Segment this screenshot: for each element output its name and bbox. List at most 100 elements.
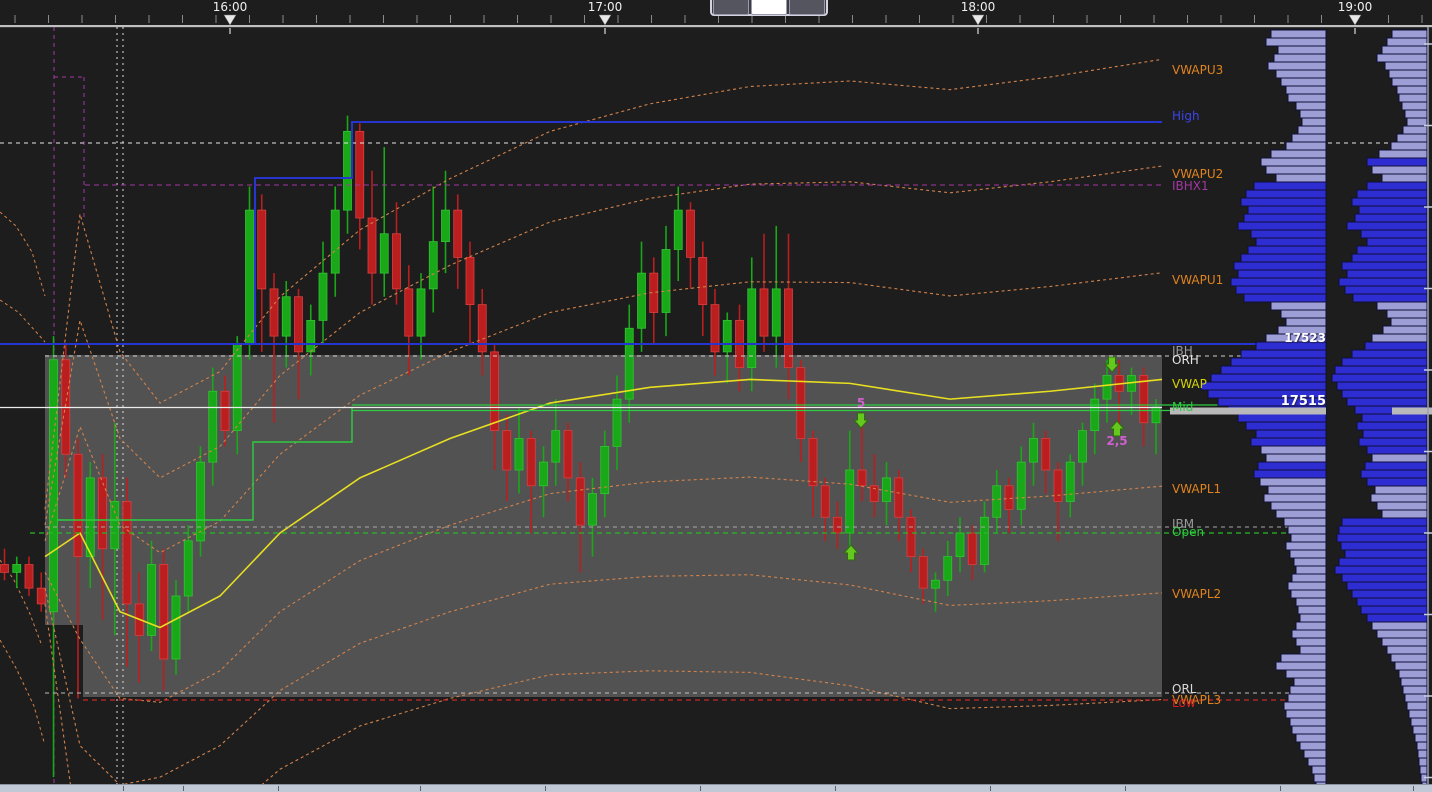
candle-body [539, 461, 548, 487]
volume-profile-bar [1299, 613, 1327, 623]
candle-body [526, 438, 536, 487]
volume-profile-bar [1273, 53, 1327, 63]
candle-body [673, 209, 683, 250]
volume-profile-bar [1371, 621, 1428, 631]
volume-profile-bar [1338, 557, 1428, 567]
volume-profile-bar [1295, 621, 1327, 631]
candle-body [820, 485, 830, 518]
volume-profile-bar [1366, 181, 1428, 191]
volume-profile-bar [1267, 485, 1327, 495]
volume-profile-bar [1293, 557, 1327, 567]
volume-profile-bar [1285, 85, 1327, 95]
candle-body [453, 209, 463, 258]
toolbar-button-right[interactable] [789, 0, 825, 15]
candle-body [967, 532, 977, 565]
candle-body [245, 209, 254, 345]
volume-profile-bar [1336, 381, 1428, 391]
scrollbar-tick [835, 786, 836, 791]
volume-profile-bar [1418, 757, 1428, 767]
volume-profile-bar [1299, 741, 1327, 751]
candle-body [808, 438, 818, 487]
volume-profile-bar [1243, 293, 1327, 303]
candle-body [980, 516, 989, 565]
volume-profile-bar [1270, 29, 1327, 39]
volume-profile-bar [1358, 205, 1428, 215]
label-low: Low [1172, 696, 1196, 710]
volume-profile-bar [1245, 421, 1327, 431]
label-high: High [1172, 109, 1200, 123]
volume-profile-bar [1280, 653, 1327, 663]
volume-profile-bar [1297, 605, 1327, 615]
candle-body [232, 343, 242, 432]
candle-body [600, 445, 610, 495]
volume-profile-bar [1390, 653, 1428, 663]
volume-profile-bar [1295, 597, 1327, 607]
volume-profile-bar [1404, 693, 1428, 703]
volume-profile-bar [1240, 349, 1327, 359]
candle-body [465, 256, 475, 306]
volume-profile-bar [1340, 541, 1428, 551]
candle-body [171, 595, 181, 660]
candle-body [1139, 375, 1149, 424]
volume-profile-bar [1230, 277, 1327, 287]
candle-body [759, 288, 769, 337]
candle-body [220, 390, 230, 432]
volume-profile-bar [1404, 109, 1428, 119]
volume-profile-bar [1291, 725, 1327, 735]
candle-body [318, 272, 328, 321]
volume-profile-bar [1374, 485, 1428, 495]
candle-body [1090, 398, 1100, 432]
candle-body [306, 319, 316, 353]
volume-profile-bar [1381, 509, 1428, 519]
volume-profile-bar [1351, 253, 1428, 263]
volume-profile-bar [1346, 269, 1428, 279]
volume-profile-bar [1396, 85, 1428, 95]
volume-profile-bar [1400, 677, 1428, 687]
h-scrollbar[interactable] [0, 784, 1432, 792]
volume-profile-bar [1371, 333, 1428, 343]
candle-body [551, 430, 561, 463]
volume-profile-bar [1263, 493, 1327, 503]
volume-profile-bar [1366, 445, 1428, 455]
volume-profile-bar [1386, 309, 1428, 319]
volume-profile-bar [1360, 469, 1428, 479]
candle-body [269, 288, 279, 337]
volume-profile-bar [1351, 349, 1428, 359]
volume-profile-bar [1290, 533, 1327, 543]
candle-body [392, 233, 401, 290]
volume-profile-bar [1253, 181, 1327, 191]
volume-profile-bar [1255, 237, 1327, 247]
volume-profile-bar [1290, 589, 1327, 599]
toolbar-button-left[interactable] [713, 0, 749, 15]
candle-body [196, 461, 205, 542]
toolbar-button-middle[interactable] [751, 0, 787, 15]
volume-profile-bar [1311, 765, 1327, 775]
volume-profile-bar [1289, 549, 1327, 559]
candle-body [159, 564, 169, 660]
scrollbar-tick [1413, 786, 1414, 791]
volume-profile-bar [1243, 213, 1327, 223]
label-vwapu3: VWAPU3 [1172, 63, 1224, 77]
volume-profile-bar [1233, 261, 1327, 271]
volume-profile-bar [1371, 165, 1428, 175]
volume-profile-bar [1346, 221, 1428, 231]
stepped-level-line [254, 121, 1162, 344]
prev-session-band [0, 639, 45, 743]
price-chart[interactable] [0, 0, 1432, 792]
volume-profile-bar [1388, 69, 1428, 79]
volume-profile-bar [1275, 69, 1327, 79]
volume-profile-bar [1386, 645, 1428, 655]
candle-body [379, 233, 389, 274]
prev-session-band [0, 299, 46, 343]
volume-profile-bar [1351, 197, 1428, 207]
volume-profile-bar [1386, 37, 1428, 47]
volume-profile-bar [1250, 437, 1327, 447]
label-vwap: VWAP [1172, 377, 1207, 391]
candle-body [1151, 406, 1161, 424]
volume-profile-bar [1253, 469, 1327, 479]
candle-body [796, 367, 806, 439]
volume-profile-bar [1401, 101, 1428, 111]
volume-profile-bar [1346, 581, 1428, 591]
volume-profile-bar [1283, 701, 1327, 711]
scrollbar-tick [420, 786, 421, 791]
